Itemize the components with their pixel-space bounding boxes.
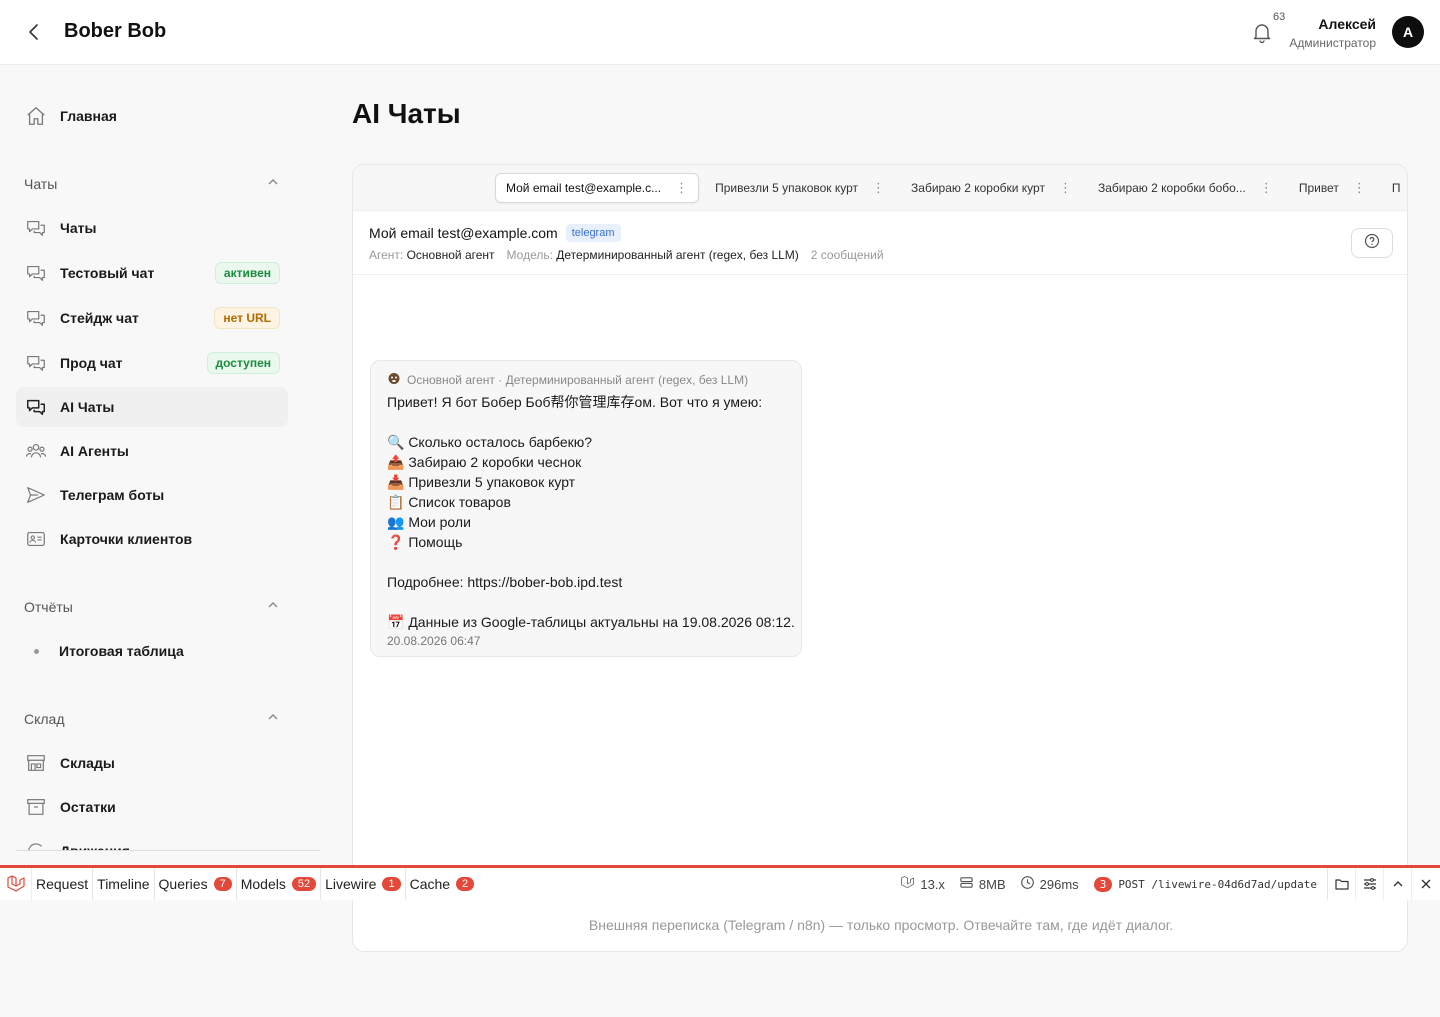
status-badge: активен: [214, 262, 280, 284]
bullet-icon: [34, 648, 39, 654]
chat-icon: [24, 216, 48, 240]
more-vertical-icon[interactable]: ⋮: [872, 180, 885, 196]
bot-avatar-icon: [387, 371, 401, 388]
sidebar-item-chats[interactable]: Чаты: [16, 208, 288, 248]
message-text: Привет! Я бот Бобер Боб帮你管理库存ом. Вот что…: [387, 394, 795, 630]
notification-count: 63: [1273, 11, 1286, 23]
debug-tab-cache[interactable]: Cache 2: [406, 868, 479, 900]
agent-name: Основной агент: [406, 248, 495, 262]
debug-tab-timeline[interactable]: Timeline: [93, 868, 155, 900]
chat-icon: [24, 306, 48, 330]
duration-stat: 296ms: [1013, 875, 1086, 893]
chat-icon: [24, 395, 48, 419]
laravel-icon: [900, 875, 915, 893]
user-name[interactable]: Алексей: [1318, 16, 1376, 32]
chevron-up-icon: [266, 710, 280, 727]
memory-stat: 8MB: [952, 875, 1013, 893]
send-icon: [24, 483, 48, 507]
tab-chat-1[interactable]: Мой email test@example.c... ⋮: [495, 172, 700, 203]
top-bar: Bober Bob 63 Алексей Администратор A: [0, 0, 1440, 65]
message-count: 2 сообщений: [810, 248, 884, 262]
message-meta: Основной агент · Детерминированный агент…: [407, 372, 749, 387]
tab-chat-2[interactable]: Привезли 5 упаковок курт ⋮: [705, 174, 895, 202]
bell-icon[interactable]: [1250, 20, 1274, 44]
debug-bar: Request Timeline Queries 7 Models 52 Livew…: [0, 865, 1440, 900]
sidebar-item-warehouses[interactable]: Склады: [16, 743, 288, 783]
status-badge: нет URL: [214, 307, 280, 329]
read-only-note: Внешняя переписка (Telegram / n8n) — тол…: [588, 917, 1174, 933]
sidebar-item-telegram-bots[interactable]: Телеграм боты: [16, 475, 288, 515]
model-name: Детерминированный агент (regex, без LLM): [556, 248, 799, 262]
chat-icon: [24, 261, 48, 285]
count-badge: 1: [382, 877, 401, 891]
count-badge: 52: [291, 877, 317, 891]
clock-icon: [1020, 875, 1035, 893]
help-button[interactable]: [1351, 228, 1393, 258]
page-title: AI Чаты: [352, 98, 461, 129]
tab-chat-6[interactable]: П: [1382, 175, 1407, 201]
request-selector[interactable]: 3 POST /livewire-04d6d7ad/update: [1086, 868, 1328, 900]
chat-panel: Мой email test@example.c... ⋮ Привезли 5…: [352, 164, 1408, 952]
store-icon: [24, 751, 48, 775]
status-badge: доступен: [206, 352, 280, 374]
settings-sliders-icon[interactable]: [1356, 868, 1384, 900]
channel-badge: telegram: [565, 224, 621, 242]
sidebar-item-home[interactable]: Главная: [16, 96, 288, 136]
more-vertical-icon[interactable]: ⋮: [675, 180, 688, 196]
chevron-up-icon[interactable]: [1384, 868, 1412, 900]
chat-header: Мой email test@example.com telegram Аген…: [353, 211, 1407, 275]
more-vertical-icon[interactable]: ⋮: [1353, 180, 1366, 196]
chat-tabs: Мой email test@example.c... ⋮ Привезли 5…: [353, 165, 1407, 211]
sidebar: Главная Чаты Чаты Тестовый чат активен С…: [0, 65, 320, 851]
sidebar-item-stock[interactable]: Остатки: [16, 787, 288, 827]
chevron-up-icon: [266, 598, 280, 615]
section-chats[interactable]: Чаты: [24, 175, 280, 192]
more-vertical-icon[interactable]: ⋮: [1059, 180, 1072, 196]
app-title: Bober Bob: [64, 20, 167, 42]
user-role: Администратор: [1289, 36, 1376, 50]
count-badge: 3: [1093, 876, 1113, 892]
sidebar-item-ai-chats[interactable]: AI Чаты: [16, 387, 288, 427]
users-icon: [24, 439, 48, 463]
debug-tab-queries[interactable]: Queries 7: [155, 868, 237, 900]
chevron-up-icon: [266, 175, 280, 192]
message-bubble: Основной агент · Детерминированный агент…: [370, 360, 802, 657]
sidebar-item-stage-chat[interactable]: Стейдж чат нет URL: [16, 298, 288, 338]
debug-tab-request[interactable]: Request: [32, 868, 94, 900]
back-arrow-icon[interactable]: [22, 20, 46, 44]
debug-tab-models[interactable]: Models 52: [237, 868, 322, 900]
sidebar-item-client-cards[interactable]: Карточки клиентов: [16, 519, 288, 559]
count-badge: 2: [456, 877, 475, 891]
avatar[interactable]: A: [1392, 16, 1424, 48]
sidebar-item-movements[interactable]: Движения: [16, 831, 288, 851]
sidebar-item-summary-table[interactable]: Итоговая таблица: [16, 631, 288, 671]
home-icon: [24, 104, 48, 128]
section-warehouse[interactable]: Склад: [24, 710, 280, 727]
section-reports[interactable]: Отчёты: [24, 598, 280, 615]
sidebar-item-ai-agents[interactable]: AI Агенты: [16, 431, 288, 471]
chat-meta: Агент: Основной агент Модель: Детерминир…: [369, 248, 884, 262]
more-vertical-icon[interactable]: ⋮: [1260, 180, 1273, 196]
folder-icon[interactable]: [1328, 868, 1356, 900]
archive-icon: [24, 795, 48, 819]
tab-chat-5[interactable]: Привет ⋮: [1289, 174, 1376, 202]
sidebar-divider: [16, 850, 320, 851]
sidebar-item-prod-chat[interactable]: Прод чат доступен: [16, 343, 288, 383]
server-icon: [959, 875, 974, 893]
sidebar-item-test-chat[interactable]: Тестовый чат активен: [16, 253, 288, 293]
tab-chat-4[interactable]: Забираю 2 коробки бобо... ⋮: [1088, 174, 1283, 202]
chat-icon: [24, 351, 48, 375]
chat-title: Мой email test@example.com: [369, 225, 558, 241]
close-icon[interactable]: [1412, 868, 1440, 900]
tab-chat-3[interactable]: Забираю 2 коробки курт ⋮: [901, 174, 1082, 202]
version-stat: 13.x: [893, 875, 952, 893]
message-time: 20.08.2026 06:47: [387, 634, 481, 648]
help-circle-icon: [1364, 233, 1380, 254]
count-badge: 7: [213, 877, 232, 891]
id-card-icon: [24, 527, 48, 551]
debug-tab-livewire[interactable]: Livewire 1: [321, 868, 406, 900]
laravel-logo-icon[interactable]: [0, 868, 32, 900]
